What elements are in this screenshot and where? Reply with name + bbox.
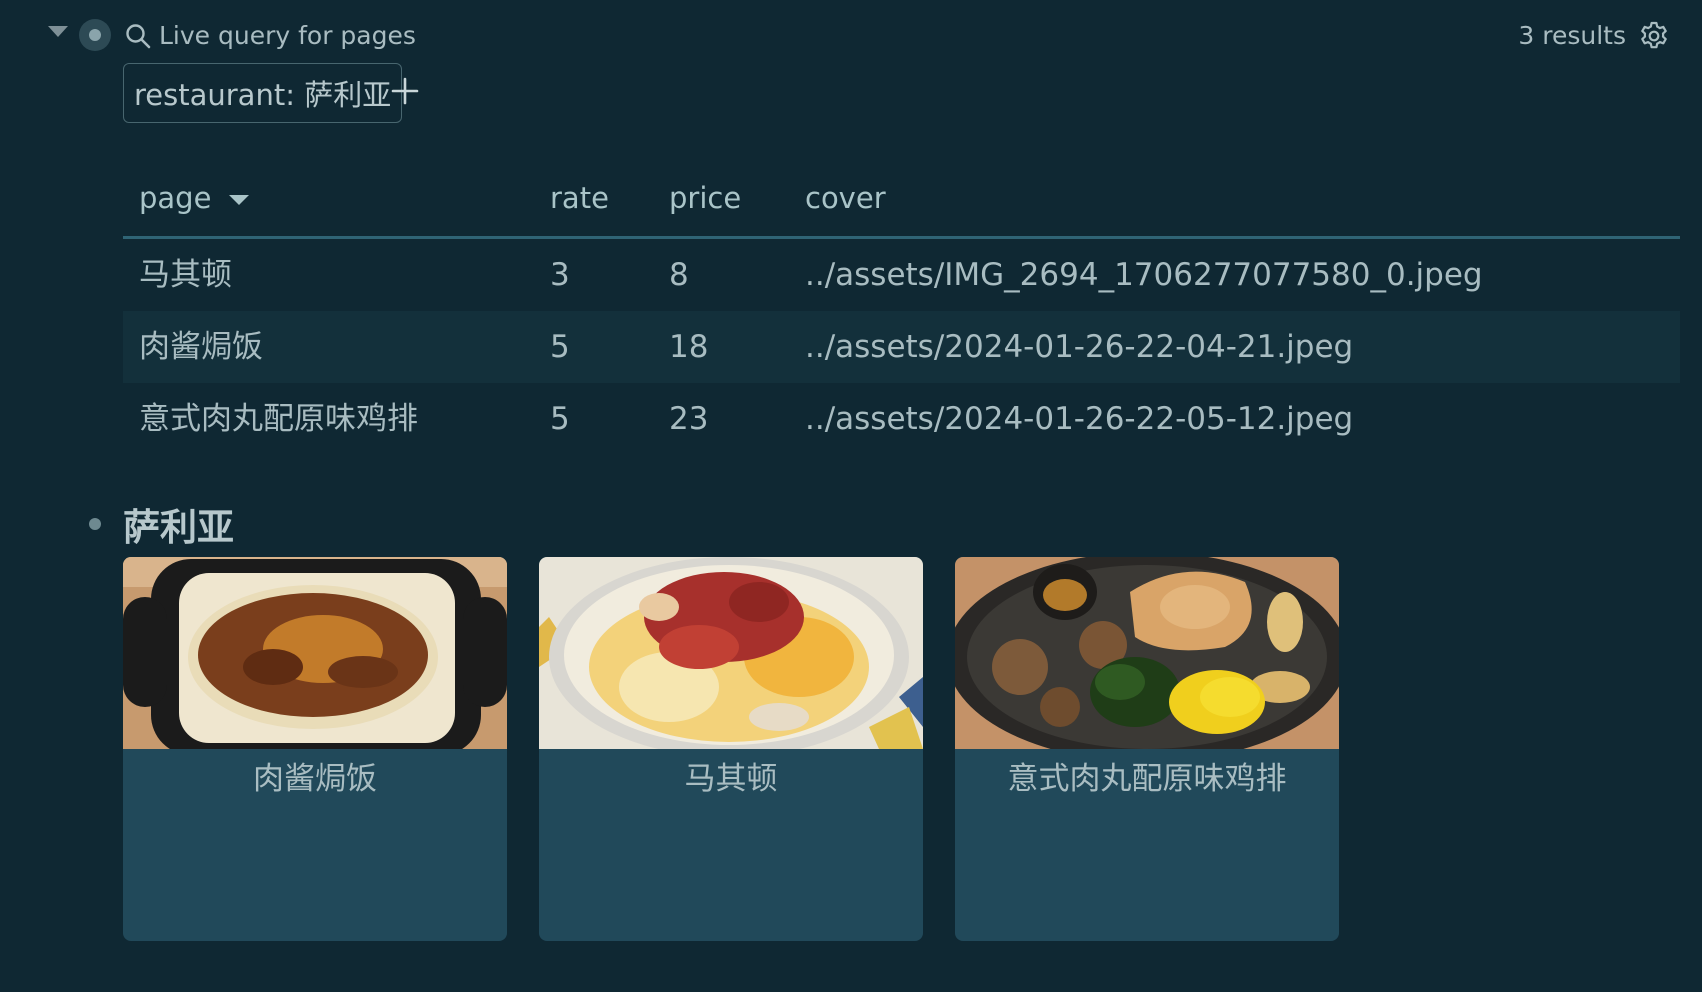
cell-price: 18 <box>669 329 709 365</box>
cell-cover: ../assets/2024-01-26-22-05-12.jpeg <box>805 401 1354 437</box>
collapse-toggle-icon[interactable] <box>48 26 68 37</box>
section-title[interactable]: 萨利亚 <box>123 503 234 553</box>
column-header-page-label: page <box>139 181 212 215</box>
column-header-rate[interactable]: rate <box>550 178 609 218</box>
table-row[interactable]: 肉酱焗饭 5 18 ../assets/2024-01-26-22-04-21.… <box>123 311 1680 383</box>
live-query-block: Live query for pages 3 results restauran… <box>0 0 1702 992</box>
block-bullet-icon[interactable] <box>79 19 111 51</box>
plus-icon[interactable] <box>390 76 420 106</box>
section-bullet-icon[interactable] <box>89 518 101 530</box>
results-count: 3 results <box>1518 21 1626 50</box>
query-title: Live query for pages <box>159 21 416 50</box>
cell-price: 8 <box>669 257 689 293</box>
search-icon <box>126 24 151 49</box>
column-header-page[interactable]: page <box>139 178 250 218</box>
card-caption: 马其顿 <box>684 761 778 797</box>
table-header: page rate price cover <box>123 160 1680 239</box>
cell-price: 23 <box>669 401 709 437</box>
cell-cover: ../assets/IMG_2694_1706277077580_0.jpeg <box>805 257 1483 293</box>
table-row[interactable]: 意式肉丸配原味鸡排 5 23 ../assets/2024-01-26-22-0… <box>123 383 1680 455</box>
gallery-card[interactable]: 马其顿 <box>539 557 923 941</box>
cell-rate: 5 <box>550 401 570 437</box>
card-caption: 意式肉丸配原味鸡排 <box>1007 761 1287 797</box>
cell-page[interactable]: 意式肉丸配原味鸡排 <box>139 397 418 441</box>
fruit-cup-photo <box>539 557 923 749</box>
cell-page[interactable]: 马其顿 <box>139 253 232 297</box>
bullet-dot <box>89 29 101 41</box>
filter-chip[interactable]: restaurant: 萨利亚 <box>123 63 403 123</box>
cell-rate: 3 <box>550 257 570 293</box>
cell-cover: ../assets/2024-01-26-22-04-21.jpeg <box>805 329 1354 365</box>
gallery-card[interactable]: 肉酱焗饭 <box>123 557 507 941</box>
cell-page[interactable]: 肉酱焗饭 <box>139 325 263 369</box>
gear-icon[interactable] <box>1638 20 1670 52</box>
column-header-cover[interactable]: cover <box>805 178 886 218</box>
column-header-price[interactable]: price <box>669 178 741 218</box>
sort-desc-icon[interactable] <box>229 195 250 205</box>
gratin-photo <box>123 557 507 749</box>
cell-rate: 5 <box>550 329 570 365</box>
table-row[interactable]: 马其顿 3 8 ../assets/IMG_2694_1706277077580… <box>123 239 1680 311</box>
chicken-meatball-plate-photo <box>955 557 1339 749</box>
card-caption: 肉酱焗饭 <box>253 761 377 797</box>
gallery-card[interactable]: 意式肉丸配原味鸡排 <box>955 557 1339 941</box>
filter-chip-label: restaurant: 萨利亚 <box>134 78 392 112</box>
results-table: page rate price cover 马其顿 3 8 ../assets/… <box>123 160 1680 455</box>
